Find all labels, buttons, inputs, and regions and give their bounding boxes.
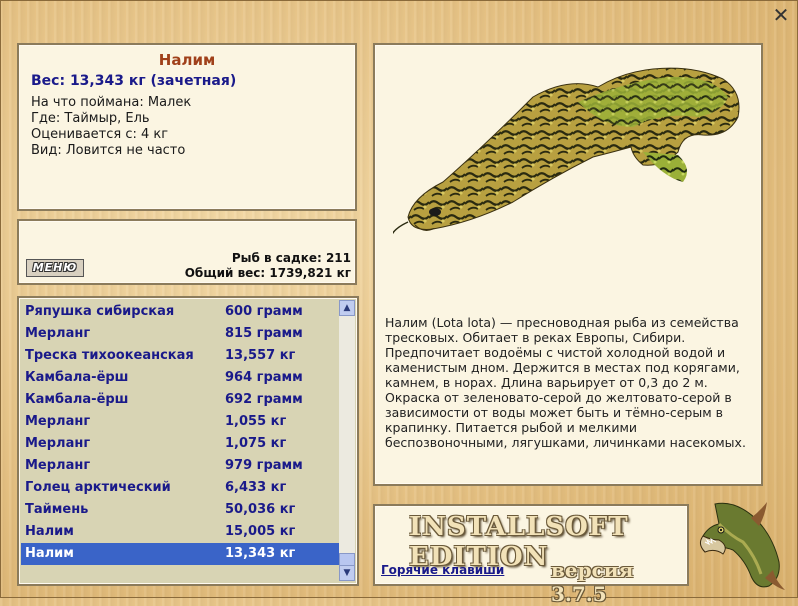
- total-weight: Общий вес: 1739,821 кг: [184, 266, 351, 280]
- fish-weight: 979 грамм: [225, 458, 303, 473]
- fish-description: Налим (Lota lota) — пресноводная рыба из…: [385, 315, 746, 450]
- list-item[interactable]: Мерланг 815 грамм: [21, 323, 339, 345]
- info-location: Где: Таймыр, Ель: [31, 111, 150, 126]
- hotkeys-link[interactable]: Горячие клавиши: [381, 563, 504, 577]
- fish-weight: 13,557 кг: [225, 348, 296, 363]
- fish-info-panel: Налим Вес: 13,343 кг (зачетная) На что п…: [17, 43, 357, 211]
- chevron-up-icon[interactable]: ▲: [339, 300, 355, 316]
- fish-name: Голец арктический: [25, 480, 171, 495]
- chevron-down-icon[interactable]: ▼: [339, 565, 355, 581]
- fish-picture-panel: Налим (Lota lota) — пресноводная рыба из…: [373, 43, 763, 486]
- list-item[interactable]: Мерланг 979 грамм: [21, 455, 339, 477]
- fish-weight: 50,036 кг: [225, 502, 296, 517]
- fish-name: Камбала-ёрш: [25, 392, 129, 407]
- stats-panel: МЕНЮ Рыб в садке: 211 Общий вес: 1739,82…: [17, 219, 357, 285]
- fish-name: Мерланг: [25, 326, 91, 341]
- fish-weight: 13,343 кг: [225, 546, 296, 561]
- fish-weight: 6,433 кг: [225, 480, 287, 495]
- fish-weight: 15,005 кг: [225, 524, 296, 539]
- fish-weight: 964 грамм: [225, 370, 303, 385]
- fish-title: Налим: [158, 51, 216, 69]
- menu-button[interactable]: МЕНЮ: [26, 259, 84, 277]
- fish-count: Рыб в садке: 211: [231, 251, 351, 265]
- list-item[interactable]: Голец арктический 6,433 кг: [21, 477, 339, 499]
- fish-name: Мерланг: [25, 414, 91, 429]
- list-item[interactable]: Налим 13,343 кг: [21, 543, 339, 565]
- fish-weight: 1,055 кг: [225, 414, 287, 429]
- list-item[interactable]: Мерланг 1,075 кг: [21, 433, 339, 455]
- fish-name: Ряпушка сибирская: [25, 304, 175, 319]
- fish-weight: 1,075 кг: [225, 436, 287, 451]
- fish-name: Мерланг: [25, 458, 91, 473]
- fish-name: Камбала-ёрш: [25, 370, 129, 385]
- list-item[interactable]: Мерланг 1,055 кг: [21, 411, 339, 433]
- info-scoring: Оценивается с: 4 кг: [31, 127, 169, 142]
- fish-weight: 692 грамм: [225, 392, 303, 407]
- info-rarity: Вид: Ловится не часто: [31, 143, 186, 158]
- list-item[interactable]: Камбала-ёрш 692 грамм: [21, 389, 339, 411]
- catch-list[interactable]: Ряпушка сибирская 600 грамм Мерланг 815 гра…: [21, 301, 339, 565]
- close-button[interactable]: ✕: [771, 5, 791, 25]
- fish-weight: 600 грамм: [225, 304, 303, 319]
- list-item[interactable]: Камбала-ёрш 964 грамм: [21, 367, 339, 389]
- fish-name: Мерланг: [25, 436, 91, 451]
- brand-panel: INSTALLSOFT EDITION Горячие клавиши верс…: [373, 504, 689, 606]
- pike-logo-icon: [699, 502, 785, 590]
- burbot-fish-image: [393, 67, 740, 235]
- fish-weight: 815 грамм: [225, 326, 303, 341]
- fish-name: Налим: [25, 546, 74, 561]
- info-bait: На что поймана: Малек: [31, 95, 192, 110]
- fish-weight: Вес: 13,343 кг (зачетная): [31, 73, 237, 89]
- list-item[interactable]: Налим 15,005 кг: [21, 521, 339, 543]
- list-item[interactable]: Ряпушка сибирская 600 грамм: [21, 301, 339, 323]
- scrollbar[interactable]: ▲ ▼: [339, 300, 355, 581]
- fish-name: Налим: [25, 524, 74, 539]
- fish-name: Таймень: [25, 502, 89, 517]
- list-item[interactable]: Таймень 50,036 кг: [21, 499, 339, 521]
- catch-list-panel: Ряпушка сибирская 600 грамм Мерланг 815 гра…: [17, 296, 359, 586]
- list-item[interactable]: Треска тихоокеанская 13,557 кг: [21, 345, 339, 367]
- version-label: версия 3.7.5: [551, 558, 634, 606]
- fish-name: Треска тихоокеанская: [25, 348, 194, 363]
